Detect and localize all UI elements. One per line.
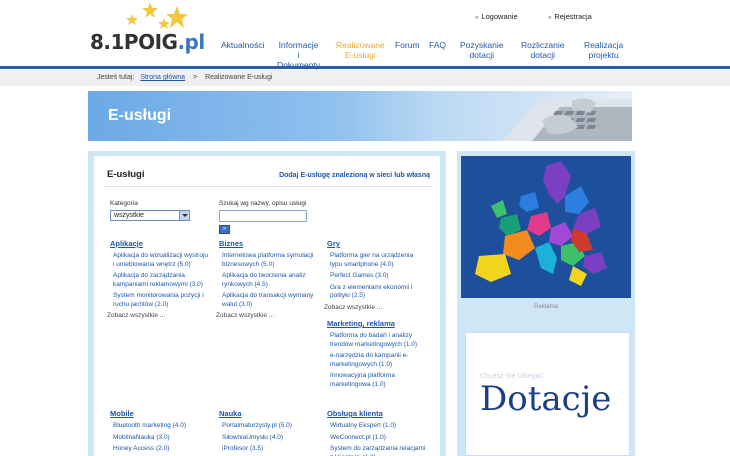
category-title-link[interactable]: Gry — [327, 239, 427, 248]
nav-label: Rozliczanie — [521, 40, 565, 50]
category-select[interactable]: wszystkie — [110, 210, 190, 221]
nav-rozliczanie[interactable]: Rozliczanie dotacji — [521, 40, 564, 60]
category-title-link[interactable]: Marketing, reklama — [327, 319, 427, 328]
breadcrumb-separator: > — [193, 74, 198, 81]
nav-label: Pozyskanie — [460, 40, 504, 50]
category-title-link[interactable]: Aplikacje — [110, 239, 210, 248]
list-item[interactable]: Gra z elementami ekonomii i polityki (2.… — [327, 284, 427, 301]
europe-map-icon[interactable] — [461, 156, 631, 298]
add-service-link[interactable]: Dodaj E-usługę znalezioną w sieci lub wł… — [279, 172, 430, 179]
see-all-link[interactable]: Zobacz wszystkie ... — [107, 312, 210, 319]
list-item[interactable]: Perfect Games (3.0) — [327, 272, 427, 281]
login-link[interactable]: » Logowanie — [475, 12, 518, 21]
ad-banner[interactable]: Chcesz Się Ubiegać Dotacje — [465, 332, 630, 456]
nav-pozyskanie[interactable]: Pozyskanie dotacji — [460, 40, 503, 60]
list-item[interactable]: Aplikacja do transakcji wymiany walut (3… — [219, 292, 319, 309]
nav-realizowane[interactable]: Realizowane E-usługi — [336, 40, 385, 60]
nav-label-2: dotacji — [530, 50, 556, 60]
category-block-gry: Gry Platforma gier na urządzenia typu sm… — [324, 239, 427, 311]
list-item[interactable]: SiłowniaUmysłu (4.0) — [219, 434, 319, 443]
nav-faq[interactable]: FAQ — [429, 40, 446, 50]
login-label: Logowanie — [481, 12, 518, 21]
list-item[interactable]: Innowacyjna platforma marketingowa (1.0) — [327, 372, 427, 389]
category-block-mobile: Mobile Bluetooth marketing (4.0) Mobilna… — [110, 409, 210, 456]
list-item[interactable]: Platforma gier na urządzenia typu smartp… — [327, 252, 427, 269]
site-header: 8.1POIG.pl » Logowanie » Rejestracja Aktua… — [0, 0, 730, 70]
top-links: » Logowanie » Rejestracja — [470, 12, 670, 24]
list-item[interactable]: Wirtualny Ekspert (1.0) — [327, 422, 427, 431]
list-item[interactable]: Platforma do badań i analizy trendów mar… — [327, 332, 427, 349]
category-block-aplikacje: Aplikacje Aplikacja do wizualizacji wyst… — [107, 239, 210, 319]
category-title-link[interactable]: Nauka — [219, 409, 319, 418]
nav-label: Aktualności — [221, 40, 265, 50]
category-label: Kategoria — [110, 200, 138, 207]
breadcrumb: Jesteś tutaj: Strona główna > Realizowan… — [97, 74, 272, 81]
search-input[interactable] — [219, 210, 307, 222]
nav-forum[interactable]: Forum — [395, 40, 420, 50]
breadcrumb-prefix: Jesteś tutaj: — [97, 74, 135, 81]
section-title: E-usługi — [107, 169, 145, 180]
list-item[interactable]: Aplikacja do zarządzania kampaniami rekl… — [110, 272, 210, 289]
ad-headline: Dotacje — [480, 379, 612, 419]
search-label: Szukaj wg nazwy, opisu usługi — [219, 200, 307, 207]
side-panel: Reklama Chcesz Się Ubiegać Dotacje — [457, 151, 635, 456]
category-title-link[interactable]: Biznes — [219, 239, 319, 248]
nav-realizacja[interactable]: Realizacja projektu — [584, 40, 623, 60]
category-title-link[interactable]: Mobile — [110, 409, 210, 418]
category-title-link[interactable]: Obsługa klienta — [327, 409, 427, 418]
ad-label: Reklama — [534, 304, 558, 310]
page-title: E-usługi — [108, 107, 172, 124]
list-item[interactable]: Aplikacja do tworzenia analiz rynkowych … — [219, 272, 319, 289]
list-item[interactable]: MobilnaNauka (3.0) — [110, 434, 210, 443]
site-logo[interactable]: 8.1POIG.pl — [90, 30, 205, 54]
list-item[interactable]: Bluetooth marketing (4.0) — [110, 422, 210, 431]
see-all-link[interactable]: Zobacz wszystkie ... — [324, 304, 427, 311]
breadcrumb-home-link[interactable]: Strona główna — [140, 74, 185, 81]
laptop-keyboard-icon — [502, 98, 632, 141]
list-item[interactable]: Portalmaturzysty.pl (5.0) — [219, 422, 319, 431]
nav-label: FAQ — [429, 40, 447, 50]
see-all-link[interactable]: Zobacz wszystkie ... — [216, 312, 319, 319]
list-item[interactable]: Honey Access (2.0) — [110, 445, 210, 454]
register-link[interactable]: » Rejestracja — [548, 12, 592, 21]
nav-label-2: E-usługi — [344, 50, 376, 60]
chevron-right-icon: » — [475, 15, 479, 21]
logo-text: 8.1POIG — [90, 30, 178, 54]
logo-suffix: .pl — [177, 30, 205, 54]
list-item[interactable]: System monitorowania pozycji i ruchu jac… — [110, 292, 210, 309]
category-block-nauka: Nauka Portalmaturzysty.pl (5.0) Siłownia… — [219, 409, 319, 456]
list-item[interactable]: Aplikacja do wizualizacji wystroju i ume… — [110, 252, 210, 269]
page-banner: E-usługi — [88, 91, 632, 141]
chevron-down-icon[interactable] — [179, 211, 189, 220]
main-content: E-usługi Dodaj E-usługę znalezioną w sie… — [94, 156, 440, 456]
category-block-marketing: Marketing, reklama Platforma do badań i … — [327, 319, 427, 392]
category-block-obsluga: Obsługa klienta Wirtualny Ekspert (1.0) … — [327, 409, 427, 456]
nav-label: Forum — [395, 40, 420, 50]
nav-label: Realizowane — [336, 40, 385, 50]
nav-label-2: projektu — [588, 50, 619, 60]
list-item[interactable]: Internetowa platforma symulacji biznesow… — [219, 252, 319, 269]
register-label: Rejestracja — [554, 12, 592, 21]
breadcrumb-current: Realizowane E-usługi — [205, 74, 273, 81]
nav-label: Informacje i — [278, 40, 319, 60]
list-item[interactable]: WeConnect.pl (1.0) — [327, 434, 427, 443]
list-item[interactable]: System do zarządzania relacjami z klient… — [327, 445, 427, 456]
list-item[interactable]: iProfesor (3.5) — [219, 445, 319, 454]
list-item[interactable]: e-narzędzia do kampanii e-marketingowych… — [327, 352, 427, 369]
nav-label: Realizacja — [584, 40, 624, 50]
category-block-biznes: Biznes Internetowa platforma symulacji b… — [216, 239, 319, 319]
nav-aktualnosci[interactable]: Aktualności — [221, 40, 264, 50]
nav-label-2: dotacji — [469, 50, 495, 60]
category-select-value: wszystkie — [114, 212, 144, 219]
section-divider — [104, 186, 432, 187]
eu-stars-icon — [126, 2, 188, 29]
search-button[interactable]: » — [219, 225, 230, 234]
main-panel: E-usługi Dodaj E-usługę znalezioną w sie… — [88, 151, 446, 456]
header-divider — [0, 66, 730, 69]
chevron-right-icon: » — [548, 15, 552, 21]
